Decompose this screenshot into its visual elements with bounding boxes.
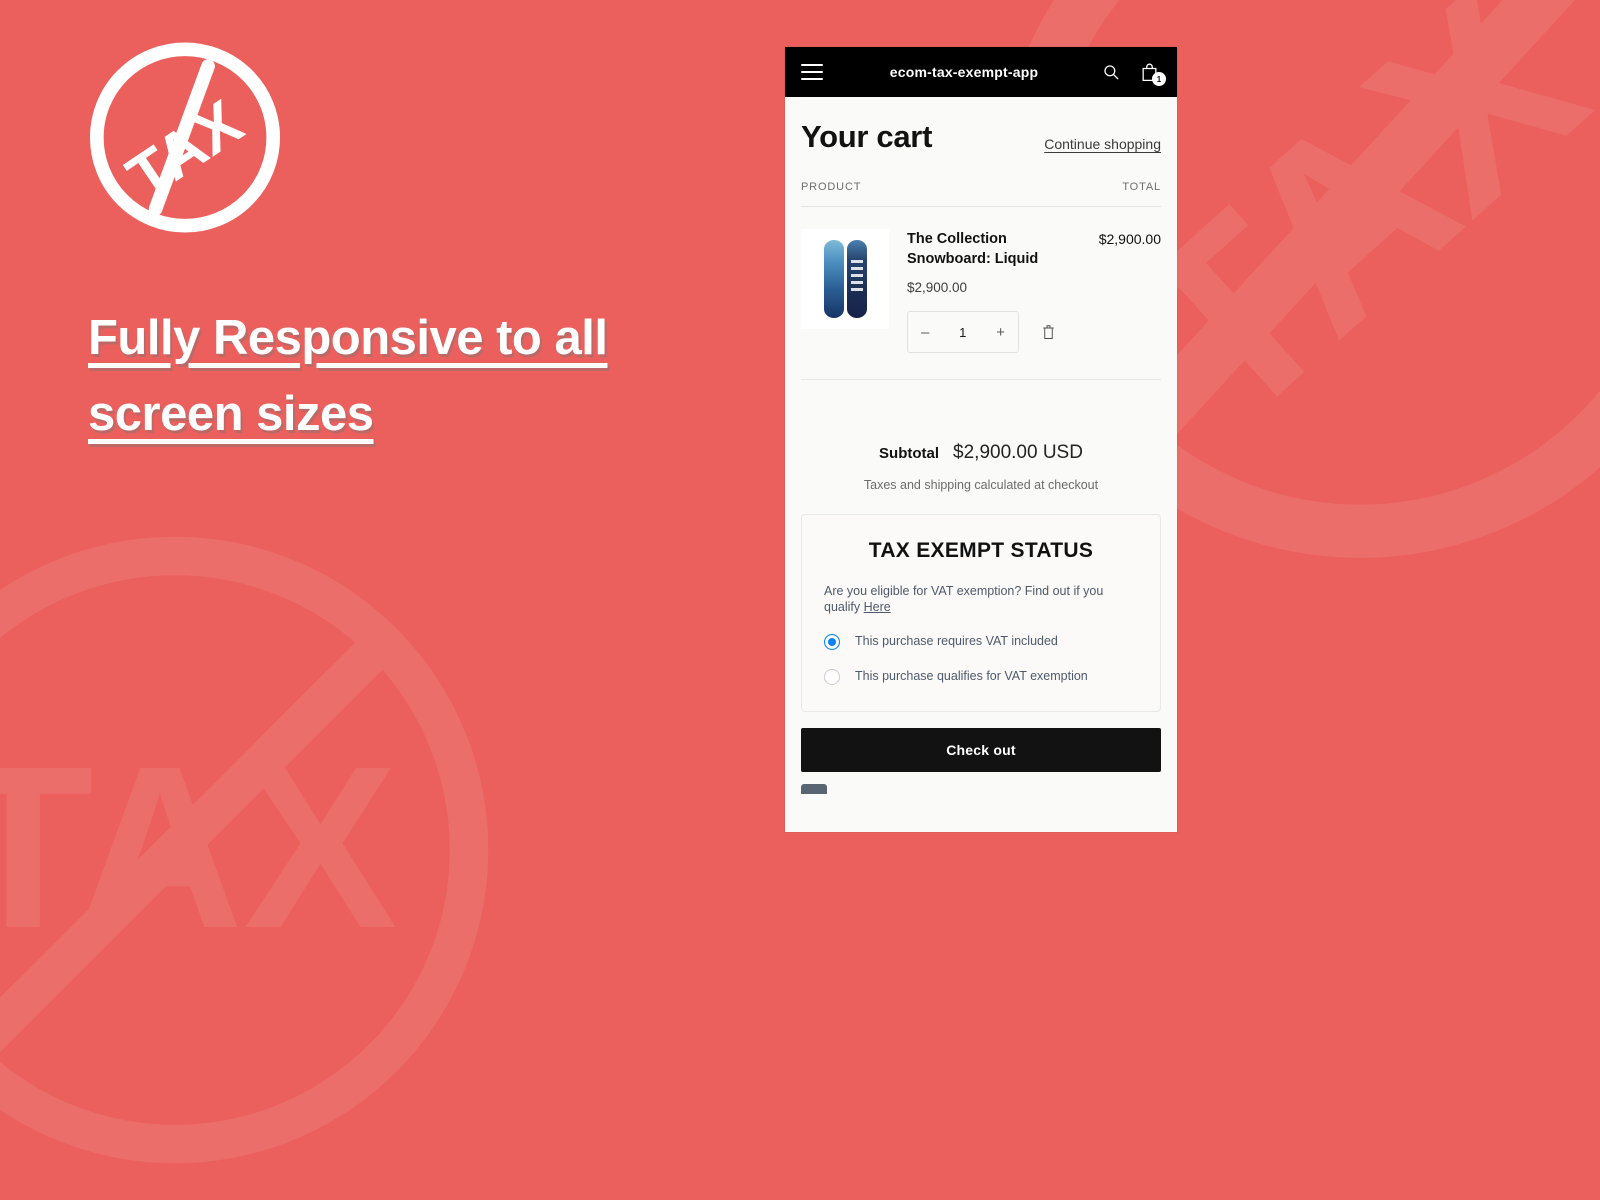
tax-shipping-note: Taxes and shipping calculated at checkou… [863, 478, 1099, 492]
headline-line-2: screen sizes [88, 387, 374, 441]
cart-header: Your cart Continue shopping [801, 97, 1161, 155]
checkout-button[interactable]: Check out [801, 728, 1161, 772]
tax-exempt-status-card: TAX EXEMPT STATUS Are you eligible for V… [801, 514, 1161, 712]
cart-item-info: The Collection Snowboard: Liquid $2,900.… [889, 229, 1099, 353]
shopping-bag-icon[interactable]: 1 [1137, 59, 1166, 86]
trash-icon[interactable] [1041, 324, 1056, 341]
app-bar-icons: 1 [1099, 59, 1166, 86]
partially-visible-element [801, 784, 827, 794]
hamburger-menu-icon[interactable] [801, 64, 823, 80]
continue-shopping-link[interactable]: Continue shopping [1044, 136, 1161, 155]
quantity-row: – 1 + [907, 311, 1099, 353]
app-bar: ecom-tax-exempt-app 1 [785, 47, 1177, 97]
page-title: Fully Responsive to all screen sizes [88, 300, 728, 452]
column-header-product: PRODUCT [801, 181, 862, 193]
tax-exempt-here-link[interactable]: Here [864, 600, 891, 614]
app-title: ecom-tax-exempt-app [889, 64, 1039, 80]
quantity-value: 1 [959, 324, 967, 340]
cart-item-unit-price: $2,900.00 [907, 280, 968, 295]
quantity-decrease-button[interactable]: – [921, 325, 929, 340]
subtotal-label: Subtotal [879, 445, 940, 462]
tax-exempt-description: Are you eligible for VAT exemption? Find… [824, 583, 1138, 615]
vat-option-required[interactable]: This purchase requires VAT included [824, 633, 1138, 650]
subtotal-row: Subtotal $2,900.00 USD [801, 442, 1161, 464]
cart-body: Your cart Continue shopping PRODUCT TOTA… [785, 97, 1177, 794]
tax-exempt-title: TAX EXEMPT STATUS [868, 539, 1094, 562]
radio-vat-required-label: This purchase requires VAT included [855, 634, 1058, 648]
search-icon[interactable] [1099, 59, 1123, 85]
no-tax-circle-slash-icon: TAX [89, 42, 281, 233]
snowboard-product-image[interactable] [801, 229, 889, 329]
column-header-total: TOTAL [1122, 181, 1161, 193]
quantity-increase-button[interactable]: + [996, 325, 1005, 340]
vat-option-exempt[interactable]: This purchase qualifies for VAT exemptio… [824, 668, 1138, 685]
radio-vat-exempt-label: This purchase qualifies for VAT exemptio… [855, 669, 1088, 683]
cart-column-headers: PRODUCT TOTAL [801, 181, 1161, 207]
cart-count-badge: 1 [1152, 72, 1166, 86]
quantity-stepper[interactable]: – 1 + [907, 311, 1019, 353]
promo-column: TAX Fully Responsive to all screen sizes [0, 0, 760, 900]
cart-title: Your cart [801, 119, 933, 154]
mobile-preview-panel: ecom-tax-exempt-app 1 Your cart Continue… [785, 47, 1177, 832]
cart-item-line-total: $2,900.00 [1098, 231, 1161, 247]
logo-text: TAX [115, 87, 255, 213]
radio-vat-required[interactable] [824, 634, 840, 650]
headline-line-1: Fully Responsive to all [88, 311, 608, 365]
cart-line-item: The Collection Snowboard: Liquid $2,900.… [801, 207, 1161, 380]
subtotal-value: $2,900.00 USD [953, 442, 1083, 463]
radio-vat-exempt[interactable] [824, 669, 840, 685]
cart-item-name[interactable]: The Collection Snowboard: Liquid [907, 229, 1077, 269]
